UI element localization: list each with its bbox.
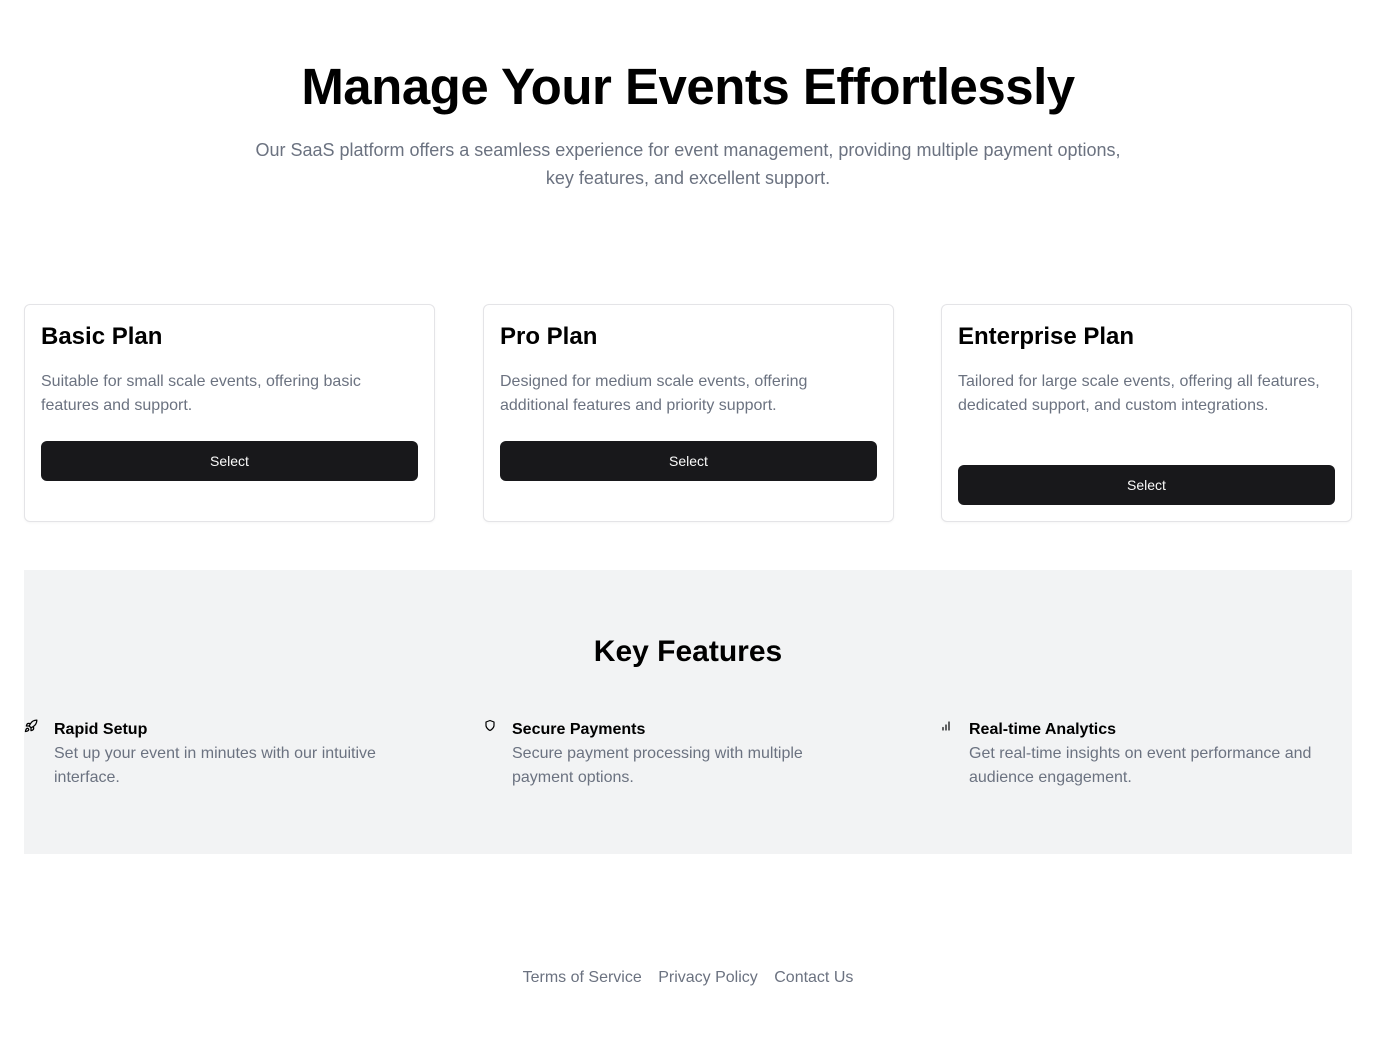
feature-title: Secure Payments xyxy=(512,721,646,738)
key-features-section: Key Features Rapid Setup Set up your eve… xyxy=(24,570,1352,854)
page-title: Manage Your Events Effortlessly xyxy=(301,58,1075,115)
plan-name: Pro Plan xyxy=(500,323,598,350)
footer-link-contact[interactable]: Contact Us xyxy=(774,969,853,986)
page-subtitle: Our SaaS platform offers a seamless expe… xyxy=(255,140,1121,188)
plan-card-basic: Basic Plan Suitable for small scale even… xyxy=(24,304,435,522)
select-basic-plan-button[interactable]: Select xyxy=(41,441,418,481)
plan-name: Enterprise Plan xyxy=(958,323,1135,350)
plan-description: Designed for medium scale events, offeri… xyxy=(500,373,808,414)
rocket-icon xyxy=(24,719,38,733)
plan-description: Tailored for large scale events, offerin… xyxy=(958,373,1320,414)
plan-card-pro: Pro Plan Designed for medium scale event… xyxy=(483,304,894,522)
plan-name: Basic Plan xyxy=(41,323,163,350)
select-pro-plan-button[interactable]: Select xyxy=(500,441,877,481)
footer-link-privacy[interactable]: Privacy Policy xyxy=(658,969,758,986)
feature-description: Secure payment processing with multiple … xyxy=(512,745,803,786)
footer-link-terms[interactable]: Terms of Service xyxy=(523,969,642,986)
features-title: Key Features xyxy=(593,635,783,668)
select-enterprise-plan-button[interactable]: Select xyxy=(958,465,1335,505)
feature-title: Real-time Analytics xyxy=(969,721,1117,738)
feature-description: Set up your event in minutes with our in… xyxy=(54,745,376,786)
feature-title: Rapid Setup xyxy=(54,721,148,738)
shield-icon xyxy=(484,719,498,733)
bar-chart-icon xyxy=(940,719,954,733)
plan-description: Suitable for small scale events, offerin… xyxy=(41,373,361,414)
footer: Terms of Service Privacy Policy Contact … xyxy=(0,966,1376,990)
feature-description: Get real-time insights on event performa… xyxy=(969,745,1312,786)
plan-card-enterprise: Enterprise Plan Tailored for large scale… xyxy=(941,304,1352,522)
